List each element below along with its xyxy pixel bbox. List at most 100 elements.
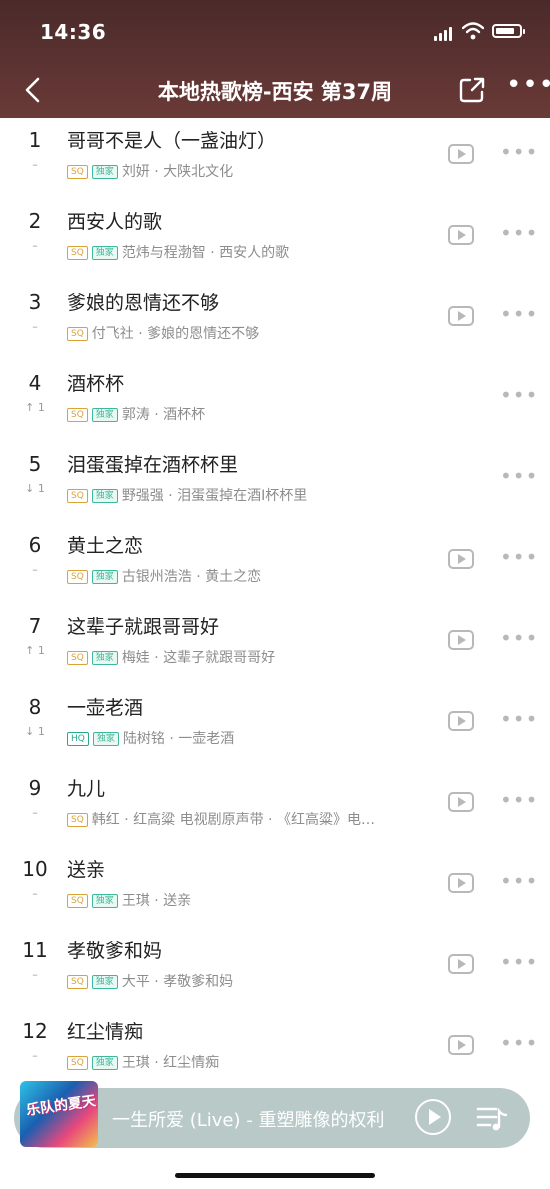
more-options-icon[interactable]: ••• xyxy=(500,547,537,567)
song-meta: HQ 独家 陆树铭 · 一壶老酒 xyxy=(67,728,437,748)
mv-play-icon[interactable] xyxy=(448,306,474,326)
rank-change: – xyxy=(32,320,38,333)
more-options-icon[interactable]: ••• xyxy=(500,385,537,405)
artist-name: 郭涛 xyxy=(121,407,150,423)
song-meta: SQ 独家 古银州浩浩 · 黄土之恋 xyxy=(67,566,437,586)
top-bar: 14:36 本地热歌榜-西安 第37周 ••• xyxy=(0,0,550,118)
exclusive-badge: 独家 xyxy=(91,894,118,908)
quality-badge: SQ xyxy=(67,975,88,989)
album-name: 黄土之恋 xyxy=(205,569,262,585)
rank-change: – xyxy=(32,968,38,981)
home-indicator[interactable] xyxy=(175,1173,375,1178)
mv-play-icon[interactable] xyxy=(448,873,474,893)
album-name: 爹娘的恩情还不够 xyxy=(147,326,260,342)
more-options-icon[interactable]: ••• xyxy=(506,72,550,102)
rank-number: 6 xyxy=(28,533,42,557)
song-meta: SQ 独家 王琪 · 红尘情痴 xyxy=(67,1052,437,1072)
album-name: 红尘情痴 xyxy=(163,1055,220,1071)
more-options-icon[interactable]: ••• xyxy=(500,952,537,972)
song-meta: SQ 付飞社 · 爹娘的恩情还不够 xyxy=(67,323,437,343)
song-title: 红尘情痴 xyxy=(67,1021,144,1043)
artist-name: 古银州浩浩 xyxy=(121,569,192,585)
separator: · xyxy=(149,650,164,666)
artist-name: 王琪 xyxy=(121,1055,150,1071)
rank-number: 10 xyxy=(22,857,48,881)
cover-logo-text: 乐队的夏天 xyxy=(25,1093,97,1119)
song-row[interactable]: 11– 孝敬爹和妈 SQ 独家 大平 · 孝敬爹和妈 ••• xyxy=(0,928,550,1009)
song-title: 送亲 xyxy=(67,859,106,881)
song-row[interactable]: 7 ↑ 1 这辈子就跟哥哥好 SQ 独家 梅娃 · 这辈子就跟哥哥好 ••• xyxy=(0,604,550,685)
quality-badge: SQ xyxy=(67,408,88,422)
exclusive-badge: 独家 xyxy=(91,489,118,503)
status-bar: 14:36 xyxy=(0,0,550,64)
separator: · xyxy=(149,974,164,990)
song-row[interactable]: 3 – 爹娘的恩情还不够 SQ 付飞社 · 爹娘的恩情还不够 ••• xyxy=(0,280,550,361)
exclusive-badge: 独家 xyxy=(91,651,118,665)
more-options-icon[interactable]: ••• xyxy=(500,466,537,486)
rank-number: 3 xyxy=(28,290,42,314)
nav-bar: 本地热歌榜-西安 第37周 ••• xyxy=(0,64,550,118)
song-title: 酒杯杯 xyxy=(67,373,125,395)
more-options-icon[interactable]: ••• xyxy=(500,1033,537,1053)
song-meta: SQ 独家 梅娃 · 这辈子就跟哥哥好 xyxy=(67,647,437,667)
album-name: 一壶老酒 xyxy=(178,731,235,747)
share-icon[interactable] xyxy=(457,75,487,105)
rank-number: 5 xyxy=(28,452,42,476)
artist-name: 付飞社 xyxy=(91,326,134,342)
album-cover[interactable]: 乐队的夏天 xyxy=(20,1081,98,1147)
mv-play-icon[interactable] xyxy=(448,630,474,650)
play-icon[interactable] xyxy=(415,1099,451,1135)
song-title: 九儿 xyxy=(67,778,106,800)
song-title: 一壶老酒 xyxy=(67,697,144,719)
song-row[interactable]: 5 ↓ 1 泪蛋蛋掉在酒杯杯里 SQ 独家 野强强 · 泪蛋蛋掉在酒I杯杯里 ••• xyxy=(0,442,550,523)
exclusive-badge: 独家 xyxy=(91,1056,118,1070)
artist-name: 刘妍 xyxy=(121,164,150,180)
rank-change: ↑ 1 xyxy=(25,644,45,657)
song-row[interactable]: 8 ↓ 1 一壶老酒 HQ 独家 陆树铭 · 一壶老酒 ••• xyxy=(0,685,550,766)
exclusive-badge: 独家 xyxy=(92,732,119,746)
more-options-icon[interactable]: ••• xyxy=(500,709,537,729)
separator: · xyxy=(133,326,148,342)
separator: · xyxy=(149,1055,164,1071)
rank-change: – xyxy=(32,239,38,252)
rank-change: – xyxy=(32,563,38,576)
mv-play-icon[interactable] xyxy=(448,144,474,164)
artist-name: 王琪 xyxy=(121,893,150,909)
separator: · xyxy=(191,569,206,585)
quality-badge: SQ xyxy=(67,894,88,908)
song-row[interactable]: 12– 红尘情痴 SQ 独家 王琪 · 红尘情痴 ••• xyxy=(0,1009,550,1090)
mv-play-icon[interactable] xyxy=(448,549,474,569)
more-options-icon[interactable]: ••• xyxy=(500,790,537,810)
song-meta: SQ 独家 刘妍 · 大陕北文化 xyxy=(67,161,437,181)
more-options-icon[interactable]: ••• xyxy=(500,142,537,162)
song-row[interactable]: 9 – 九儿 SQ 韩红 · 红高粱 电视剧原声带 · 《红高粱》电… ••• xyxy=(0,766,550,847)
mv-play-icon[interactable] xyxy=(448,954,474,974)
album-name: 红高粱 电视剧原声带 · 《红高粱》电… xyxy=(133,812,375,828)
song-title: 哥哥不是人（一盏油灯） xyxy=(67,130,277,152)
song-row[interactable]: 2– 西安人的歌 SQ 独家 范炜与程渤智 · 西安人的歌 ••• xyxy=(0,199,550,280)
more-options-icon[interactable]: ••• xyxy=(500,871,537,891)
album-name: 西安人的歌 xyxy=(219,245,290,261)
mv-play-icon[interactable] xyxy=(448,792,474,812)
song-row[interactable]: 10– 送亲 SQ 独家 王琪 · 送亲 ••• xyxy=(0,847,550,928)
mv-play-icon[interactable] xyxy=(448,711,474,731)
quality-badge: SQ xyxy=(67,570,88,584)
more-options-icon[interactable]: ••• xyxy=(500,304,537,324)
quality-badge: SQ xyxy=(67,813,88,827)
mv-play-icon[interactable] xyxy=(448,225,474,245)
playlist-icon[interactable] xyxy=(476,1103,508,1133)
song-row[interactable]: 1 – 哥哥不是人（一盏油灯） SQ 独家 刘妍 · 大陕北文化 ••• xyxy=(0,118,550,199)
artist-name: 梅娃 xyxy=(121,650,150,666)
more-options-icon[interactable]: ••• xyxy=(500,628,537,648)
rank-number: 12 xyxy=(22,1019,48,1043)
song-row[interactable]: 6 – 黄土之恋 SQ 独家 古银州浩浩 · 黄土之恋 ••• xyxy=(0,523,550,604)
rank-change: – xyxy=(32,158,38,171)
song-title: 孝敬爹和妈 xyxy=(67,940,163,962)
song-row[interactable]: 4 ↑ 1 酒杯杯 SQ 独家 郭涛 · 酒杯杯 ••• xyxy=(0,361,550,442)
separator: · xyxy=(163,488,178,504)
separator: · xyxy=(119,812,134,828)
rank-change: ↓ 1 xyxy=(25,482,45,495)
more-options-icon[interactable]: ••• xyxy=(500,223,537,243)
quality-badge: SQ xyxy=(67,327,88,341)
mv-play-icon[interactable] xyxy=(448,1035,474,1055)
